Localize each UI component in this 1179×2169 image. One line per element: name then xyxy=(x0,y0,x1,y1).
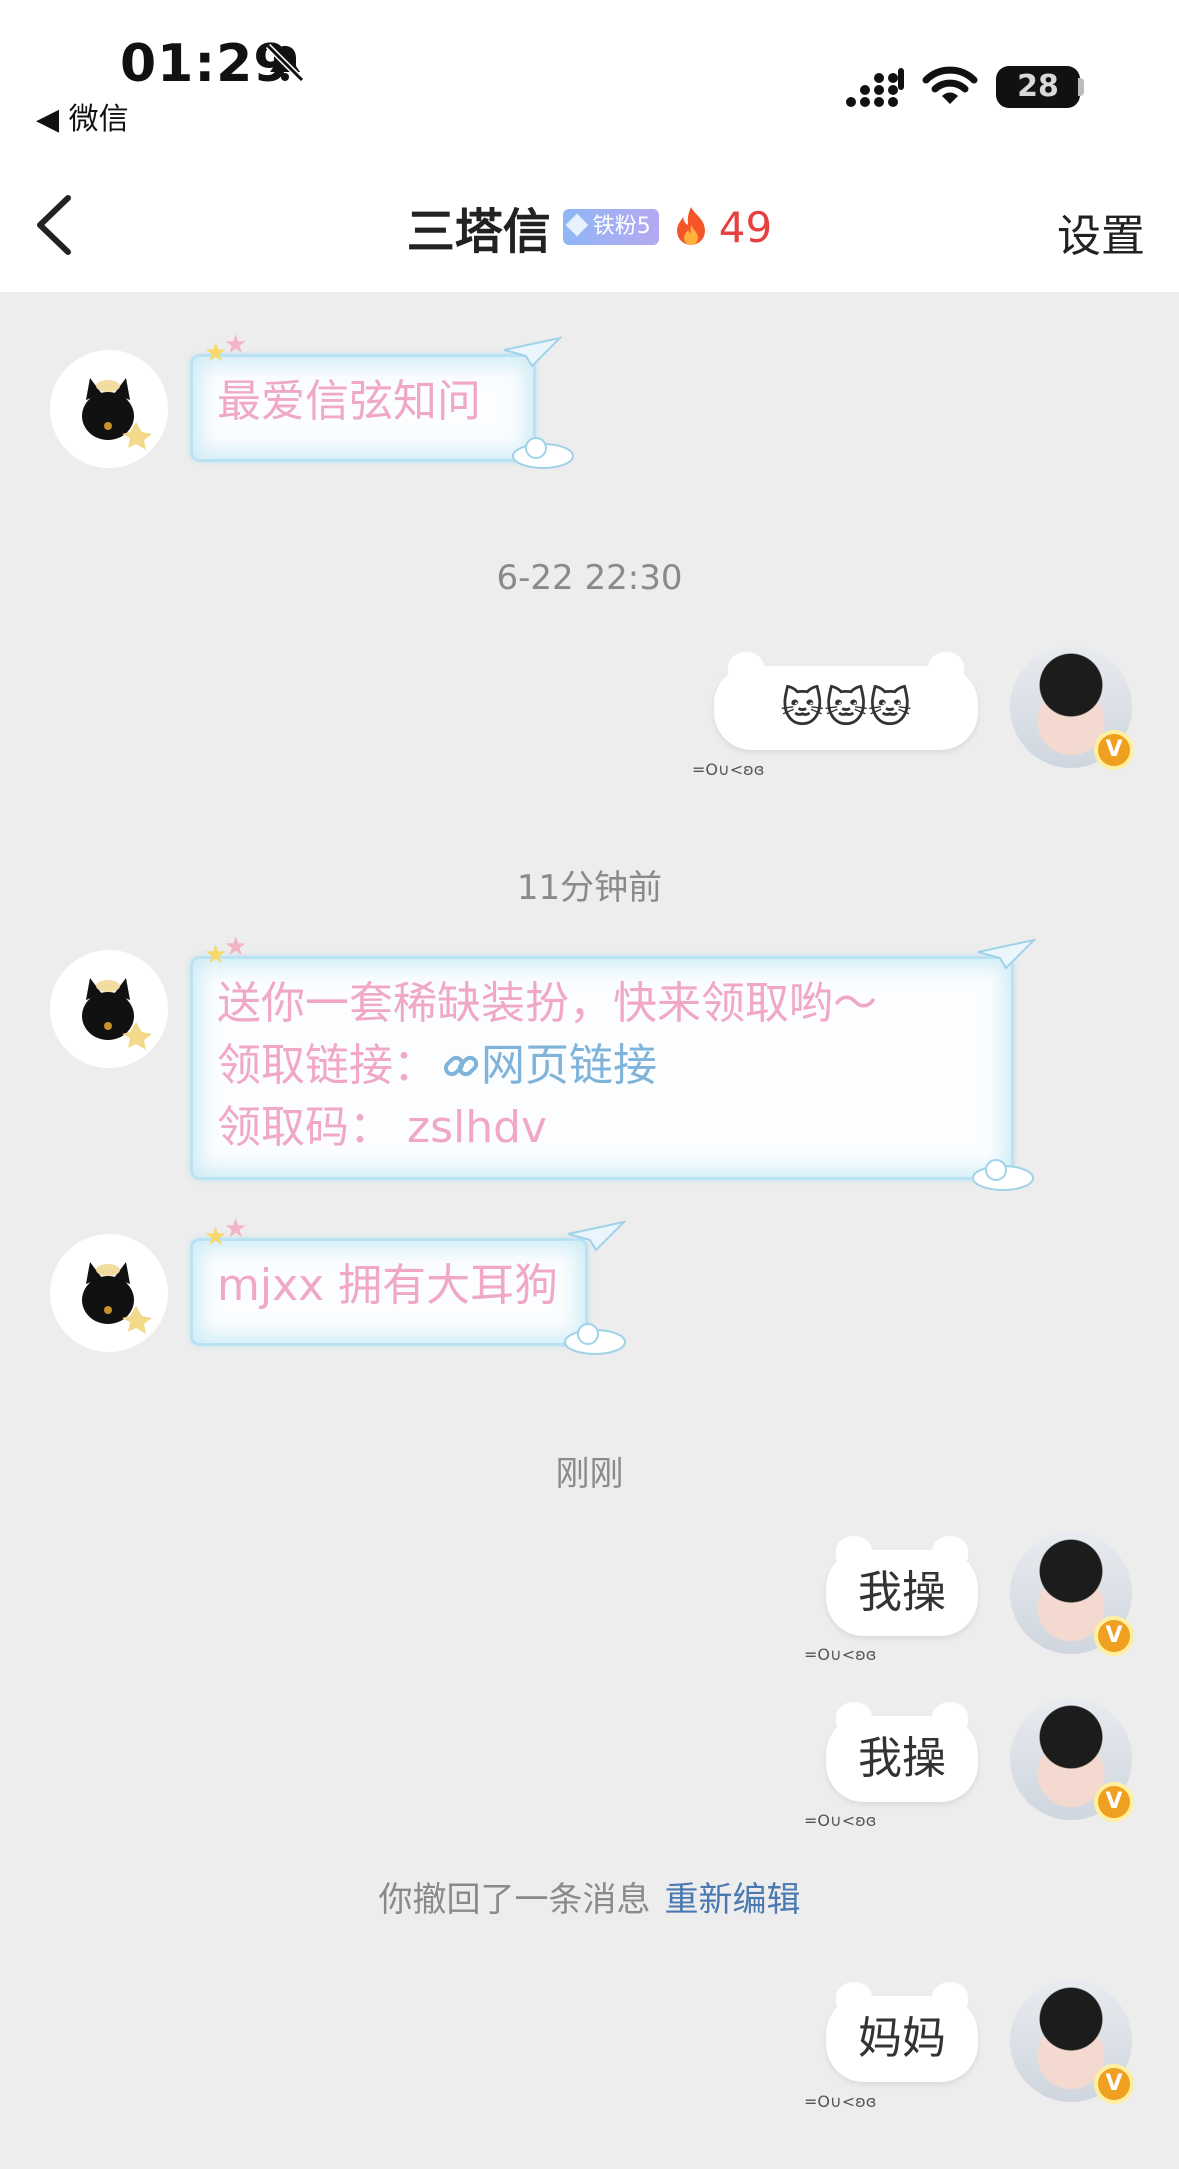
my-avatar[interactable]: V xyxy=(1010,1532,1134,1656)
incoming-message-bubble[interactable]: 送你一套稀缺装扮，快来领取哟～ 领取链接： 网页链接 领取码： zslhdv xyxy=(190,956,1014,1180)
star-decoration-icon: ★ xyxy=(224,932,248,962)
battery-indicator: 28 xyxy=(996,66,1080,108)
message-line: 领取链接： 网页链接 xyxy=(217,1040,657,1091)
wifi-icon xyxy=(922,66,978,104)
cloud-decoration-icon xyxy=(972,1159,1034,1191)
recall-text: 你撤回了一条消息 xyxy=(378,1880,651,1920)
signal-icon xyxy=(846,68,904,107)
incoming-message-bubble[interactable]: 最爱信弦知问 xyxy=(190,354,536,462)
paper-plane-icon xyxy=(503,336,562,368)
bubble-kaomoji: =O∪<ʚɞ xyxy=(804,1811,877,1830)
outgoing-message-bubble[interactable]: 🐱🐱🐱 xyxy=(714,652,978,750)
bell-slash-icon xyxy=(265,43,305,83)
top-bar: 01:29 ◀ 微信 28 三塔信 铁粉5 49 设置 xyxy=(0,0,1179,292)
message-text: mjxx 拥有大耳狗 xyxy=(217,1260,559,1311)
verified-v-icon: V xyxy=(1094,1616,1134,1656)
cloud-decoration-icon xyxy=(564,1323,626,1355)
streak-count: 49 xyxy=(718,202,773,252)
verified-v-icon: V xyxy=(1094,730,1134,770)
battery-level: 28 xyxy=(1017,69,1059,104)
outgoing-message-bubble[interactable]: 我操 xyxy=(826,1702,978,1802)
cloud-decoration-icon xyxy=(512,437,574,469)
bubble-kaomoji: =O∪<ʚɞ xyxy=(692,760,765,779)
contact-avatar[interactable] xyxy=(50,950,168,1068)
outgoing-message-bubble[interactable]: 妈妈 xyxy=(826,1982,978,2082)
contact-avatar[interactable] xyxy=(50,1234,168,1352)
gem-icon xyxy=(565,213,589,237)
message-text: 我操 xyxy=(858,1567,946,1618)
black-cat-icon xyxy=(82,1262,152,1334)
settings-button[interactable]: 设置 xyxy=(1057,200,1145,264)
incoming-message-bubble[interactable]: mjxx 拥有大耳狗 xyxy=(190,1238,588,1346)
black-cat-icon xyxy=(82,978,152,1050)
my-avatar[interactable]: V xyxy=(1010,646,1134,770)
bubble-kaomoji: =O∪<ʚɞ xyxy=(804,1645,877,1664)
back-to-app[interactable]: ◀ 微信 xyxy=(36,94,129,138)
outgoing-message-bubble[interactable]: 我操 xyxy=(826,1536,978,1636)
verified-v-icon: V xyxy=(1094,2064,1134,2104)
message-text: 我操 xyxy=(858,1733,946,1784)
chat-title[interactable]: 三塔信 xyxy=(407,204,551,260)
message-text: 🐱🐱🐱 xyxy=(780,683,912,732)
message-timestamp: 6-22 22:30 xyxy=(496,558,683,598)
web-link[interactable]: 网页链接 xyxy=(481,1040,657,1091)
fire-icon xyxy=(676,207,705,245)
my-avatar[interactable]: V xyxy=(1010,1980,1134,2104)
star-decoration-icon: ★ xyxy=(224,330,248,360)
contact-avatar[interactable] xyxy=(50,350,168,468)
chat-header: 三塔信 铁粉5 49 xyxy=(0,192,1179,262)
message-timestamp: 刚刚 xyxy=(555,1454,624,1494)
message-line: 领取码： zslhdv xyxy=(217,1102,548,1153)
fan-level-badge: 铁粉5 xyxy=(562,209,659,245)
message-timestamp: 11分钟前 xyxy=(516,868,663,908)
bubble-kaomoji: =O∪<ʚɞ xyxy=(804,2092,877,2111)
my-avatar[interactable]: V xyxy=(1010,1698,1134,1822)
black-cat-icon xyxy=(82,378,152,450)
re-edit-link[interactable]: 重新编辑 xyxy=(665,1880,801,1920)
message-text: 妈妈 xyxy=(858,2013,946,2064)
paper-plane-icon xyxy=(977,938,1036,970)
paper-plane-icon xyxy=(567,1220,626,1252)
message-line: 送你一套稀缺装扮，快来领取哟～ xyxy=(217,978,877,1029)
star-decoration-icon: ★ xyxy=(224,1214,248,1244)
verified-v-icon: V xyxy=(1094,1782,1134,1822)
link-icon[interactable] xyxy=(441,1046,481,1086)
message-text: 最爱信弦知问 xyxy=(217,376,481,427)
recall-notice: 你撤回了一条消息 重新编辑 xyxy=(0,1872,1179,1921)
battery-tip xyxy=(1078,78,1084,96)
